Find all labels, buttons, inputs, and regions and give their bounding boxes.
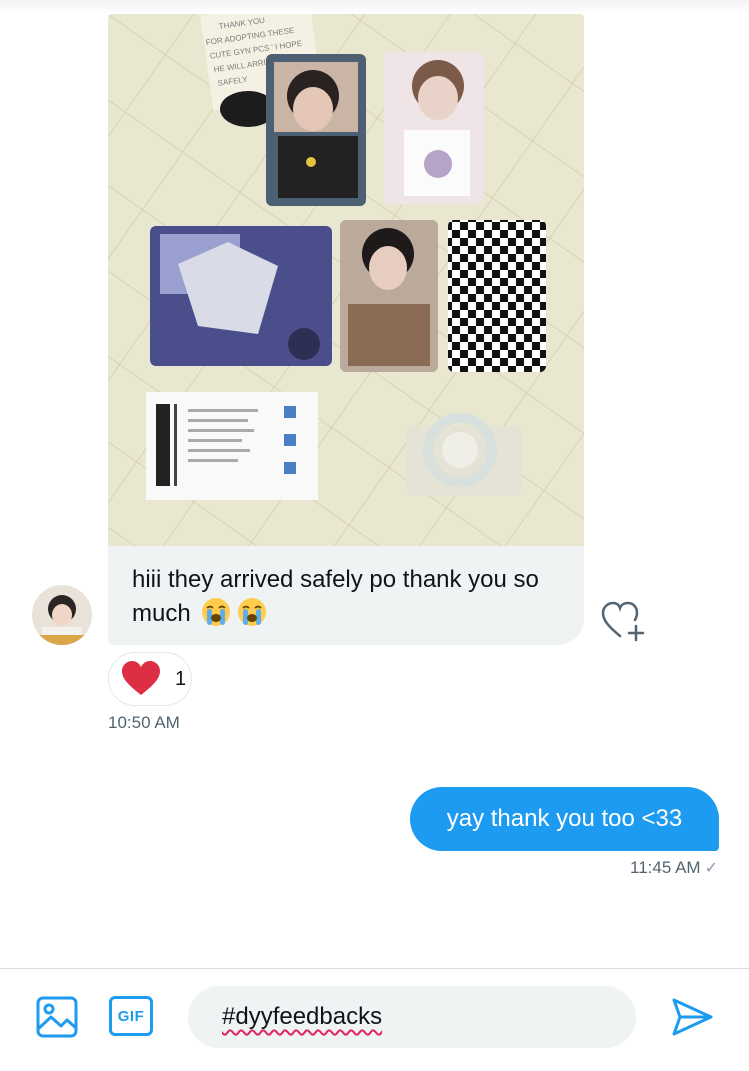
gif-label: GIF: [117, 1007, 145, 1025]
add-reaction-icon[interactable]: [600, 600, 648, 642]
incoming-message-text: hiii they arrived safely po thank you so…: [132, 566, 539, 627]
image-icon[interactable]: [35, 995, 79, 1039]
gif-button[interactable]: GIF: [109, 996, 153, 1036]
loudly-crying-face-icon: [202, 598, 231, 626]
loudly-crying-face-icon: [238, 598, 267, 626]
send-icon[interactable]: [670, 995, 714, 1039]
incoming-message-bubble[interactable]: hiii they arrived safely po thank you so…: [108, 546, 584, 645]
top-fade: [0, 0, 749, 14]
heart-icon: [122, 661, 160, 695]
message-input-value: #dyyfeedbacks: [222, 1003, 383, 1030]
outgoing-timestamp: 11:45 AM: [630, 858, 701, 877]
outgoing-message-text: yay thank you too <33: [446, 805, 683, 832]
reaction-count: 1: [175, 667, 187, 690]
incoming-timestamp: 10:50 AM: [108, 713, 180, 732]
outgoing-message-bubble[interactable]: yay thank you too <33: [410, 787, 719, 851]
message-photo[interactable]: THANK YOU FOR ADOPTING THESE CUTE GYN PC…: [108, 14, 584, 546]
sender-avatar[interactable]: [32, 585, 92, 645]
message-input[interactable]: #dyyfeedbacks: [188, 986, 636, 1048]
check-icon: ✓: [704, 860, 718, 877]
reaction-pill[interactable]: 1: [108, 652, 192, 706]
outgoing-meta: 11:45 AM ✓: [630, 858, 718, 878]
